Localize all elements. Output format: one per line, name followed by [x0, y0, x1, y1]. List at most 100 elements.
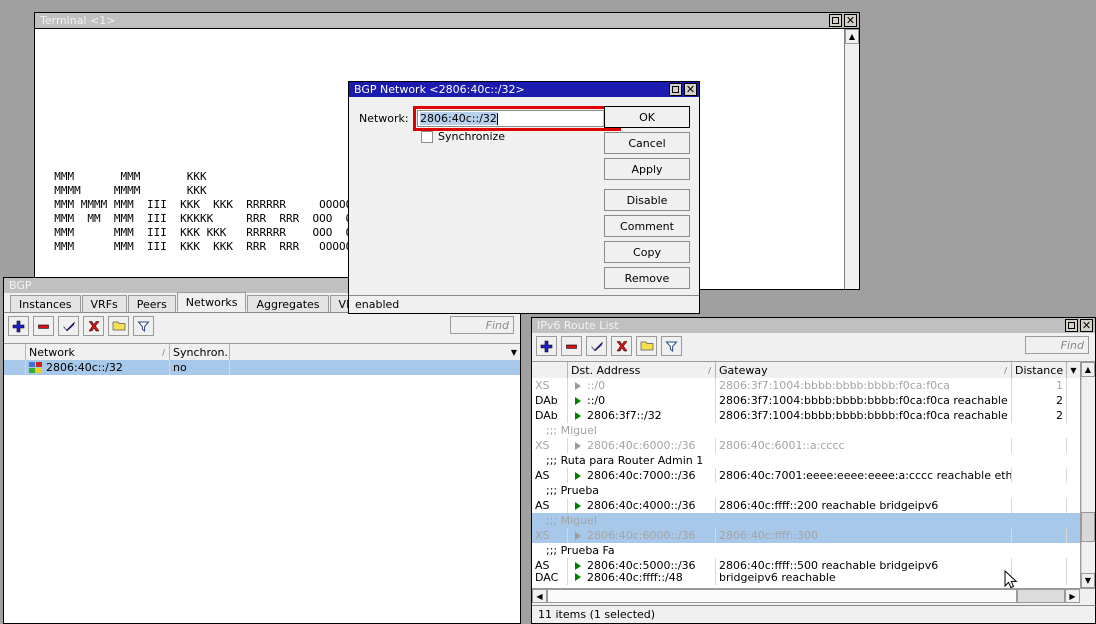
bgp-networks-table[interactable]: Network ∕ Synchron... ▼: [4, 343, 520, 623]
table-row[interactable]: DAb::/02806:3f7:1004:bbbb:bbbb:bbbb:f0ca…: [532, 393, 1080, 408]
table-row[interactable]: 2806:40c::/32 no: [4, 360, 520, 375]
add-icon[interactable]: [536, 336, 557, 356]
route-hscroll-track[interactable]: [1017, 589, 1065, 603]
table-row[interactable]: ;;; Prueba: [532, 483, 1080, 498]
comment-button[interactable]: Comment: [604, 215, 690, 237]
route-expand-icon[interactable]: [575, 562, 581, 570]
bgp-col-flags[interactable]: [4, 344, 26, 360]
bgp-col-menu[interactable]: ▼: [230, 344, 520, 360]
tab-peers[interactable]: Peers: [128, 295, 176, 312]
table-row[interactable]: XS::/02806:3f7:1004:bbbb:bbbb:bbbb:f0ca:…: [532, 378, 1080, 393]
table-row[interactable]: DAb2806:3f7::/322806:3f7:1004:bbbb:bbbb:…: [532, 408, 1080, 423]
table-row[interactable]: ;;; Prueba Fa: [532, 543, 1080, 558]
route-expand-icon[interactable]: [575, 573, 581, 581]
scroll-down-icon[interactable]: ▼: [1081, 573, 1095, 588]
table-row[interactable]: AS2806:40c:4000::/362806:40c:ffff::200 r…: [532, 498, 1080, 513]
terminal-vertical-scrollbar[interactable]: ▲: [844, 29, 859, 289]
network-field-highlight: 2806:40c::/32: [413, 106, 621, 131]
route-scroll-track-bottom[interactable]: [1081, 542, 1095, 573]
comment-icon[interactable]: [108, 316, 129, 336]
bgp-col-synchronize[interactable]: Synchron...: [170, 344, 230, 360]
route-scroll-thumb[interactable]: [1081, 512, 1095, 542]
apply-button[interactable]: Apply: [604, 158, 690, 180]
add-icon[interactable]: [8, 316, 29, 336]
ok-button[interactable]: OK: [604, 106, 690, 128]
scroll-up-icon[interactable]: ▲: [845, 29, 859, 44]
route-col-menu[interactable]: ▼: [1067, 362, 1080, 378]
route-scroll-track-top[interactable]: [1081, 377, 1095, 512]
table-row[interactable]: ;;; Miguel: [532, 423, 1080, 438]
close-icon[interactable]: ✕: [844, 14, 857, 27]
bgp-network-dialog[interactable]: BGP Network <2806:40c::/32> ✕ Network: 2…: [348, 81, 700, 314]
bgp-find-input[interactable]: Find: [450, 316, 514, 334]
bgp-col-network[interactable]: Network ∕: [26, 344, 170, 360]
maximize-icon[interactable]: [1065, 319, 1078, 332]
route-distance: [1012, 528, 1067, 543]
route-col-dst-address[interactable]: Dst. Address ∕: [568, 362, 716, 378]
close-icon[interactable]: ✕: [1080, 319, 1093, 332]
disable-icon[interactable]: [611, 336, 632, 356]
maximize-icon[interactable]: [829, 14, 842, 27]
scroll-right-icon[interactable]: ▶: [1065, 589, 1080, 603]
bgp-window[interactable]: BGP Instances VRFs Peers Networks Aggreg…: [3, 277, 521, 624]
synchronize-checkbox[interactable]: [421, 131, 433, 143]
route-comment: ;;; Ruta para Router Admin 1: [532, 453, 1080, 468]
network-input[interactable]: 2806:40c::/32: [417, 110, 617, 127]
enable-icon[interactable]: [58, 316, 79, 336]
network-field-label: Network:: [359, 112, 413, 125]
table-row[interactable]: ;;; Ruta para Router Admin 1: [532, 453, 1080, 468]
route-list-titlebar[interactable]: IPv6 Route List ✕: [532, 318, 1095, 333]
text-caret: [497, 113, 498, 125]
filter-icon[interactable]: [133, 316, 154, 336]
route-table-viewport[interactable]: Dst. Address ∕ Gateway ∕ Distance ▼: [532, 362, 1080, 588]
table-row[interactable]: DAC2806:40c:ffff::/48bridgeipv6 reachabl…: [532, 573, 1080, 581]
dialog-titlebar[interactable]: BGP Network <2806:40c::/32> ✕: [349, 82, 699, 97]
route-col-flags[interactable]: [532, 362, 568, 378]
copy-button[interactable]: Copy: [604, 241, 690, 263]
route-expand-icon[interactable]: [575, 472, 581, 480]
enable-icon[interactable]: [586, 336, 607, 356]
comment-icon[interactable]: [636, 336, 657, 356]
remove-button[interactable]: Remove: [604, 267, 690, 289]
route-expand-icon[interactable]: [575, 397, 581, 405]
network-input-value: 2806:40c::/32: [420, 112, 497, 125]
route-expand-icon[interactable]: [575, 442, 581, 450]
remove-icon[interactable]: [561, 336, 582, 356]
tab-aggregates[interactable]: Aggregates: [247, 295, 328, 312]
route-hscroll-thumb[interactable]: [547, 589, 1017, 603]
route-col-gateway[interactable]: Gateway ∕: [716, 362, 1012, 378]
maximize-icon[interactable]: [669, 83, 682, 96]
route-expand-icon[interactable]: [575, 412, 581, 420]
route-gateway: 2806:3f7:1004:bbbb:bbbb:bbbb:f0ca:f0ca: [716, 378, 1012, 393]
close-icon[interactable]: ✕: [684, 83, 697, 96]
disable-icon[interactable]: [83, 316, 104, 336]
remove-icon[interactable]: [33, 316, 54, 336]
terminal-scroll-track[interactable]: [845, 44, 859, 289]
tab-instances[interactable]: Instances: [10, 295, 81, 312]
tab-instances-label: Instances: [19, 298, 72, 311]
route-list-toolbar: Find: [532, 333, 1095, 359]
filter-icon[interactable]: [661, 336, 682, 356]
route-find-input[interactable]: Find: [1025, 336, 1089, 354]
table-row[interactable]: XS2806:40c:6000::/362806:40c:6001::a:ccc…: [532, 438, 1080, 453]
disable-button[interactable]: Disable: [604, 189, 690, 211]
table-row[interactable]: XS2806:40c:6000::/362806:40c:ffff::300: [532, 528, 1080, 543]
tab-vrfs[interactable]: VRFs: [82, 295, 127, 312]
route-expand-icon[interactable]: [575, 382, 581, 390]
route-distance: 2: [1012, 408, 1067, 423]
scroll-left-icon[interactable]: ◀: [532, 589, 547, 603]
ipv6-route-list-window[interactable]: IPv6 Route List ✕: [531, 317, 1096, 624]
bgp-row-synchronize: no: [170, 360, 230, 375]
scroll-up-icon[interactable]: ▲: [1081, 362, 1095, 377]
route-horizontal-scrollbar[interactable]: ◀ ▶: [532, 588, 1095, 603]
route-vertical-scrollbar[interactable]: ▲ ▼: [1080, 362, 1095, 588]
tab-networks[interactable]: Networks: [177, 292, 247, 312]
route-expand-icon[interactable]: [575, 532, 581, 540]
cancel-button[interactable]: Cancel: [604, 132, 690, 154]
route-dst-address: 2806:40c:4000::/36: [568, 498, 716, 513]
table-row[interactable]: ;;; Miguel: [532, 513, 1080, 528]
terminal-titlebar[interactable]: Terminal <1> ✕: [35, 13, 859, 28]
table-row[interactable]: AS2806:40c:7000::/362806:40c:7001:eeee:e…: [532, 468, 1080, 483]
route-expand-icon[interactable]: [575, 502, 581, 510]
route-col-distance[interactable]: Distance: [1012, 362, 1067, 378]
